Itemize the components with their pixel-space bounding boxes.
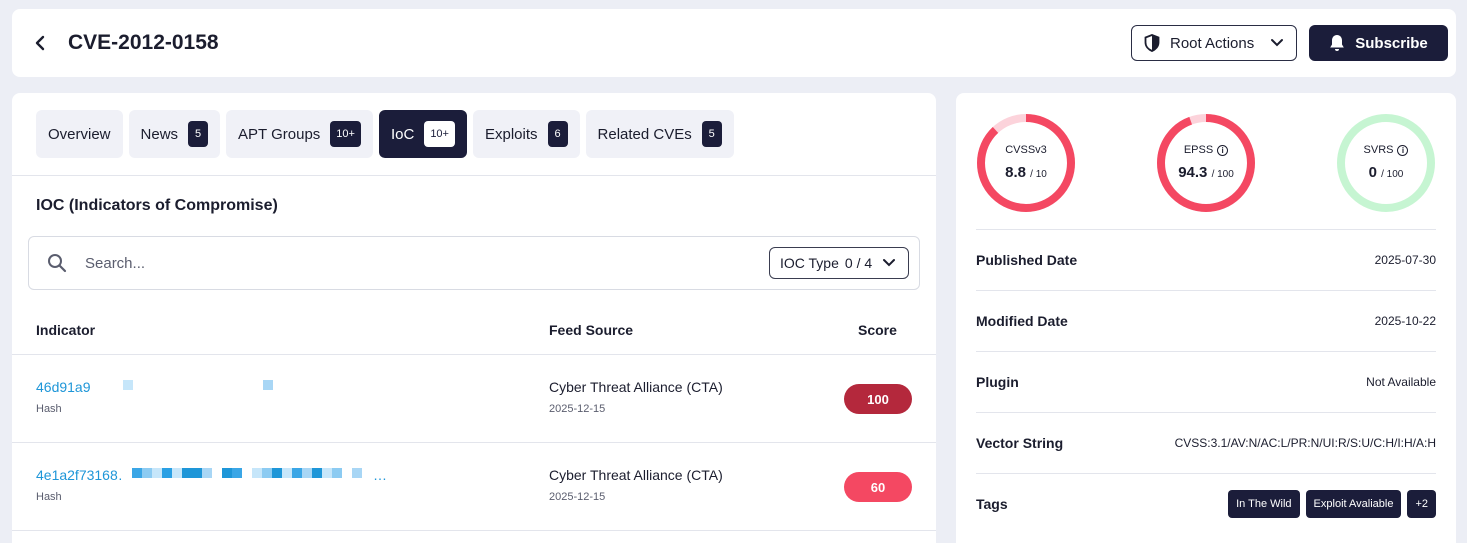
- gauge-label: CVSSv3: [1005, 144, 1047, 156]
- detail-value: CVSS:3.1/AV:N/AC:L/PR:N/UI:R/S:U/C:H/I:H…: [1174, 436, 1436, 450]
- gauge-ring: [1337, 114, 1435, 212]
- detail-key: Modified Date: [976, 313, 1068, 329]
- subscribe-button[interactable]: Subscribe: [1309, 25, 1448, 61]
- shield-icon: [1144, 34, 1160, 52]
- ioc-panel: Overview News 5 APT Groups 10+ IoC 10+ E…: [12, 93, 936, 543]
- modified-date-row: Modified Date 2025-10-22: [976, 290, 1436, 351]
- info-icon[interactable]: i: [1217, 144, 1229, 156]
- count-badge: 10+: [424, 121, 455, 147]
- gauge-arc: [1157, 114, 1255, 212]
- tags-row: Tags In The Wild Exploit Avaliable +2: [976, 473, 1436, 534]
- cve-details-panel: CVSSv3 8.8 / 10 EPSS i 94.3 / 100 SVRS i 0…: [956, 93, 1456, 543]
- back-button[interactable]: [28, 31, 52, 55]
- tab-exploits[interactable]: Exploits 6: [472, 110, 580, 158]
- subscribe-label: Subscribe: [1355, 34, 1428, 52]
- search-input[interactable]: [85, 252, 585, 274]
- redacted-text: [263, 380, 273, 390]
- search-icon: [48, 254, 67, 273]
- tab-apt-groups[interactable]: APT Groups 10+: [226, 110, 373, 158]
- tab-ioc[interactable]: IoC 10+: [378, 110, 467, 158]
- detail-key: Vector String: [976, 435, 1064, 451]
- epss-gauge: EPSS i 94.3 / 100: [1156, 113, 1256, 213]
- tab-bar: Overview News 5 APT Groups 10+ IoC 10+ E…: [36, 110, 734, 158]
- cvss-gauge: CVSSv3 8.8 / 10: [976, 113, 1076, 213]
- bell-icon: [1330, 35, 1345, 51]
- tab-label: News: [140, 125, 179, 143]
- tag-more[interactable]: +2: [1407, 490, 1436, 518]
- gauge-label: EPSS i: [1156, 144, 1256, 156]
- tab-label: Overview: [48, 125, 111, 143]
- gauge-value: 0 / 100: [1368, 164, 1404, 181]
- info-icon[interactable]: i: [1397, 144, 1409, 156]
- gauge-ring: [1157, 114, 1255, 212]
- count-badge: 10+: [330, 121, 361, 147]
- tab-label: IoC: [390, 125, 415, 143]
- chevron-down-icon: [883, 259, 896, 267]
- column-header-feed-source: Feed Source: [549, 322, 634, 338]
- count-badge: 6: [547, 121, 568, 147]
- detail-key: Published Date: [976, 252, 1078, 268]
- ioc-type-label: IOC Type: [780, 255, 839, 271]
- indicator-type: Hash: [36, 403, 62, 415]
- published-date-row: Published Date 2025-07-30: [976, 229, 1436, 290]
- redacted-text: [252, 468, 362, 478]
- more-dots: …: [373, 467, 387, 483]
- feed-date: 2025-12-15: [549, 491, 606, 503]
- tag-list: In The Wild Exploit Avaliable +2: [1222, 490, 1436, 518]
- indicator-link[interactable]: 4e1a2f73168…: [36, 467, 124, 483]
- count-badge: 5: [701, 121, 722, 147]
- gauge-label: SVRS i: [1336, 144, 1436, 156]
- vector-string-row: Vector String CVSS:3.1/AV:N/AC:L/PR:N/UI…: [976, 412, 1436, 473]
- detail-key: Plugin: [976, 374, 1019, 390]
- root-actions-button[interactable]: Root Actions: [1131, 25, 1297, 61]
- feed-source: Cyber Threat Alliance (CTA): [549, 379, 723, 395]
- page-header: CVE-2012-0158 Root Actions Subscribe: [12, 9, 1456, 77]
- tab-news[interactable]: News 5: [128, 110, 221, 158]
- gauge-arc: [977, 114, 1075, 212]
- gauge-value: 94.3 / 100: [1178, 164, 1234, 181]
- tab-related-cves[interactable]: Related CVEs 5: [585, 110, 734, 158]
- score-badge: 60: [844, 472, 912, 502]
- tag[interactable]: Exploit Avaliable: [1305, 490, 1402, 518]
- chevron-left-icon: [35, 35, 45, 51]
- detail-key: Tags: [976, 496, 1008, 512]
- indicator-link[interactable]: 46d91a9: [36, 379, 91, 395]
- search-bar: IOC Type 0 / 4: [28, 236, 920, 290]
- redacted-text: [132, 468, 242, 478]
- tab-overview[interactable]: Overview: [36, 110, 123, 158]
- column-header-score: Score: [858, 322, 897, 338]
- table-row[interactable]: 46d91a9 Hash Cyber Threat Alliance (CTA)…: [12, 355, 936, 443]
- root-actions-label: Root Actions: [1170, 34, 1255, 52]
- indicator-type: Hash: [36, 491, 62, 503]
- detail-value: 2025-07-30: [1374, 253, 1436, 267]
- feed-date: 2025-12-15: [549, 403, 606, 415]
- redacted-text: [123, 380, 133, 390]
- feed-source: Cyber Threat Alliance (CTA): [549, 467, 723, 483]
- svrs-gauge: SVRS i 0 / 100: [1336, 113, 1436, 213]
- tab-label: Exploits: [484, 125, 538, 143]
- table-row[interactable]: 4e1a2f73168… … Hash Cyber Threat Allianc…: [12, 443, 936, 531]
- plugin-row: Plugin Not Available: [976, 351, 1436, 412]
- tag[interactable]: In The Wild: [1228, 490, 1300, 518]
- ioc-type-count: 0 / 4: [844, 255, 873, 271]
- chevron-down-icon: [1271, 39, 1283, 47]
- gauge-ring: [977, 114, 1075, 212]
- section-title: IOC (Indicators of Compromise): [36, 197, 278, 214]
- detail-value: 2025-10-22: [1374, 314, 1436, 328]
- page-title: CVE-2012-0158: [68, 31, 219, 54]
- tab-label: Related CVEs: [597, 125, 692, 143]
- count-badge: 5: [188, 121, 209, 147]
- gauge-track: [1337, 114, 1435, 212]
- score-badge: 100: [844, 384, 912, 414]
- gauge-value: 8.8 / 10: [1005, 164, 1047, 181]
- column-header-indicator: Indicator: [36, 322, 96, 338]
- detail-value: Not Available: [1366, 375, 1436, 389]
- ioc-type-filter[interactable]: IOC Type 0 / 4: [769, 247, 909, 279]
- divider: [12, 175, 936, 176]
- tab-label: APT Groups: [238, 125, 321, 143]
